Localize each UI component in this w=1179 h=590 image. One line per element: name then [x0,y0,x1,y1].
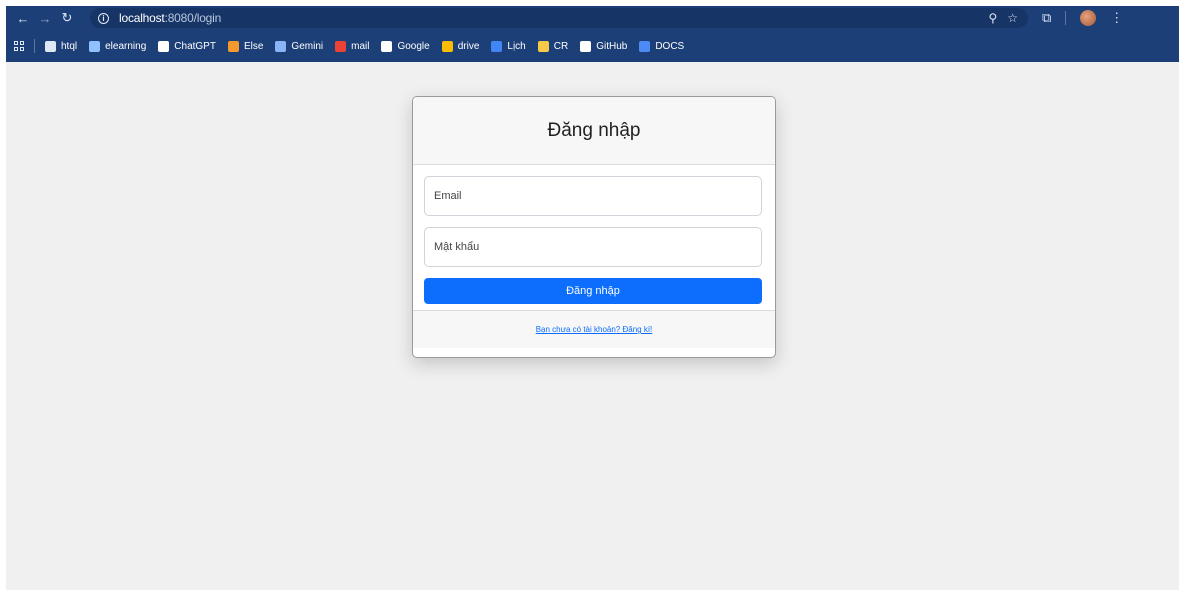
bookmark-icon [227,40,239,52]
forward-arrow-icon[interactable]: → [34,7,56,29]
zoom-icon[interactable]: ⚲ [988,11,997,25]
bookmark-item[interactable]: DOCS [639,40,685,52]
bookmark-icon [89,40,101,52]
bookmark-icon [639,40,651,52]
bookmark-item[interactable]: mail [335,40,370,52]
bookmark-icon [335,40,347,52]
address-bar[interactable]: i localhost:8080/login ⚲ ☆ [90,8,1028,28]
bookmark-icon [275,40,287,52]
bookmark-label: mail [351,40,370,52]
bookmark-item[interactable]: Gemini [275,40,324,52]
browser-window: ← → ↻ i localhost:8080/login ⚲ ☆ ⧉ ⋮ htq… [6,6,1179,590]
info-icon[interactable]: i [98,12,109,24]
bookmark-icon [158,40,170,52]
bookmark-item[interactable]: drive [441,40,480,52]
bookmarks-divider [34,39,35,53]
bookmark-icon [45,40,56,52]
page-title: Đăng nhập [547,119,641,141]
reload-icon[interactable]: ↻ [56,7,78,29]
bookmark-icon [381,40,393,52]
back-arrow-icon[interactable]: ← [12,7,34,29]
register-link[interactable]: Bạn chưa có tài khoản? Đăng kí! [536,325,653,334]
bookmark-icon [537,40,549,52]
browser-toolbar: ← → ↻ i localhost:8080/login ⚲ ☆ ⧉ ⋮ [6,6,1179,30]
bookmark-item[interactable]: CR [537,40,569,52]
apps-grid-icon[interactable] [14,41,24,51]
page-content: Đăng nhập Email Mật khẩu Đăng nhập Bạn c… [6,62,1179,590]
card-header: Đăng nhập [413,97,775,165]
card-footer: Bạn chưa có tài khoản? Đăng kí! [413,310,775,348]
bookmark-item[interactable]: Google [381,40,430,52]
bookmark-item[interactable]: htql [45,40,78,52]
extensions-icon[interactable]: ⧉ [1042,10,1051,26]
toolbar-divider [1065,11,1067,25]
bookmark-label: drive [457,40,480,52]
profile-avatar[interactable] [1080,10,1097,26]
bookmark-label: Else [243,40,264,52]
bookmark-label: GitHub [596,40,628,52]
bookmark-label: DOCS [655,40,685,52]
bookmark-item[interactable]: Lịch [491,40,526,52]
bookmark-label: Google [397,40,430,52]
bookmark-label: ChatGPT [174,40,216,52]
bookmark-item[interactable]: GitHub [580,40,628,52]
bookmark-item[interactable]: Else [227,40,264,52]
url-host: localhost [119,11,165,25]
card-body: Email Mật khẩu Đăng nhập [413,165,775,310]
bookmark-label: Gemini [291,40,324,52]
bookmark-item[interactable]: ChatGPT [158,40,216,52]
star-icon[interactable]: ☆ [1007,11,1018,25]
bookmarks-bar: htql elearning ChatGPT Else Gemini mail Google… [6,30,1179,62]
bookmark-icon [441,40,453,52]
bookmark-label: Lịch [507,40,526,52]
url-text: localhost:8080/login [119,11,221,25]
url-path: :8080/login [164,11,222,25]
bookmark-label: htql [61,40,78,52]
bookmark-label: elearning [105,40,147,52]
password-field[interactable]: Mật khẩu [424,227,762,267]
email-field[interactable]: Email [424,176,762,216]
bookmark-item[interactable]: elearning [89,40,147,52]
login-button[interactable]: Đăng nhập [424,278,762,304]
login-card: Đăng nhập Email Mật khẩu Đăng nhập Bạn c… [412,96,776,358]
kebab-menu-icon[interactable]: ⋮ [1110,10,1123,26]
bookmark-label: CR [553,40,569,52]
bookmark-icon [580,40,592,52]
bookmark-icon [491,40,503,52]
